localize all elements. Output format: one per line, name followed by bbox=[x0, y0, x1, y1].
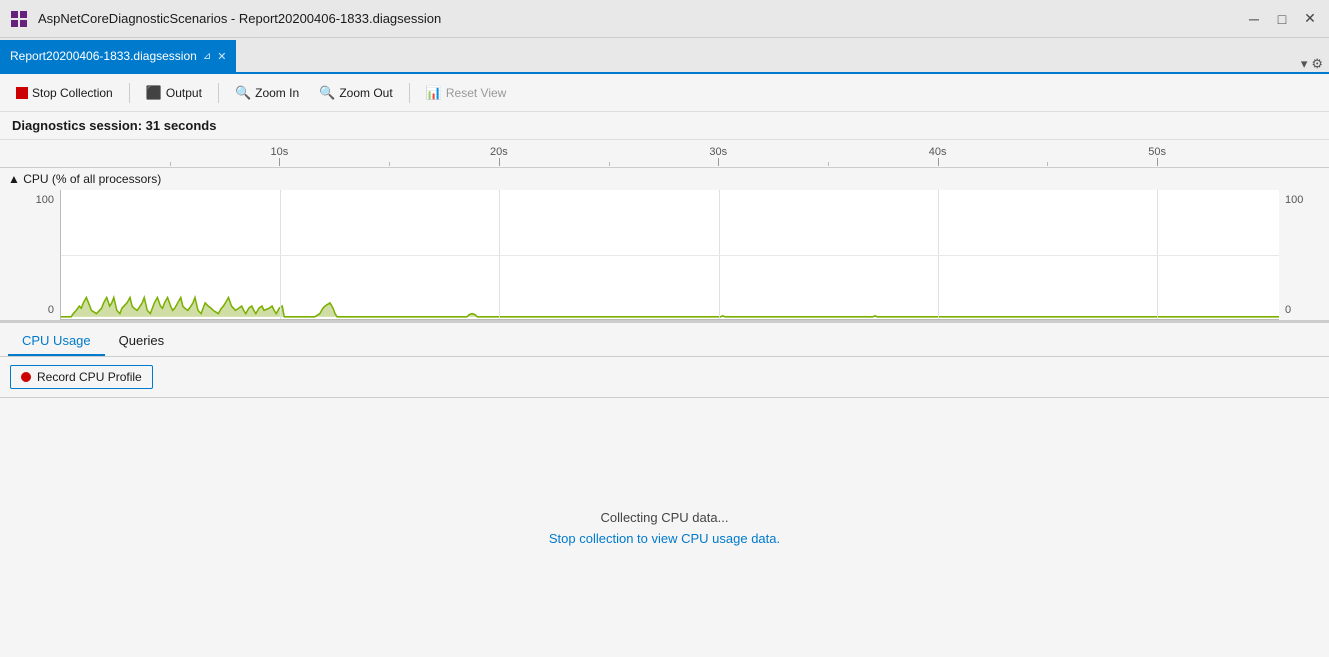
main-tab[interactable]: Report20200406-1833.diagsession ⊿ ✕ bbox=[0, 40, 236, 72]
y-max-left: 100 bbox=[36, 194, 54, 206]
output-button[interactable]: ⬛ Output bbox=[138, 82, 210, 104]
vs-icon bbox=[8, 8, 30, 30]
maximize-button[interactable]: □ bbox=[1271, 8, 1293, 30]
title-bar: AspNetCoreDiagnosticScenarios - Report20… bbox=[0, 0, 1329, 38]
zoom-out-label: Zoom Out bbox=[339, 86, 392, 100]
chart-body: 100 0 100 0 bbox=[0, 190, 1329, 320]
tab-settings-icon[interactable]: ⚙ bbox=[1311, 56, 1323, 72]
toolbar-separator-3 bbox=[409, 83, 410, 103]
record-cpu-profile-button[interactable]: Record CPU Profile bbox=[10, 365, 153, 389]
center-message-area: Collecting CPU data... Stop collection t… bbox=[0, 398, 1329, 657]
ruler-tickmark-10s bbox=[279, 158, 280, 166]
ruler-tick-40s: 40s bbox=[929, 146, 947, 158]
collecting-text: Collecting CPU data... bbox=[601, 510, 729, 525]
ruler-left-spacer bbox=[0, 140, 60, 167]
tab-bar: Report20200406-1833.diagsession ⊿ ✕ ▾ ⚙ bbox=[0, 38, 1329, 74]
toolbar-separator-1 bbox=[129, 83, 130, 103]
chart-header: ▲ CPU (% of all processors) bbox=[0, 168, 1329, 190]
ruler-tickmark-20s bbox=[499, 158, 500, 166]
close-button[interactable]: ✕ bbox=[1299, 8, 1321, 30]
y-min-right: 0 bbox=[1285, 304, 1291, 316]
window-title: AspNetCoreDiagnosticScenarios - Report20… bbox=[38, 11, 1243, 26]
zoom-in-label: Zoom In bbox=[255, 86, 299, 100]
ruler-right-spacer bbox=[1279, 140, 1329, 167]
y-max-right: 100 bbox=[1285, 194, 1303, 206]
stop-collection-button[interactable]: Stop Collection bbox=[8, 83, 121, 103]
tab-bar-right: ▾ ⚙ bbox=[1301, 56, 1329, 72]
ruler-tick-10s: 10s bbox=[271, 146, 289, 158]
bottom-panel: CPU Usage Queries Record CPU Profile Col… bbox=[0, 322, 1329, 657]
tab-dropdown-icon[interactable]: ▾ bbox=[1301, 56, 1308, 72]
stop-collection-label: Stop Collection bbox=[32, 86, 113, 100]
reset-view-button[interactable]: 📊 Reset View bbox=[418, 82, 515, 104]
toolbar: Stop Collection ⬛ Output 🔍 Zoom In 🔍 Zoo… bbox=[0, 74, 1329, 112]
chart-y-axis-right: 100 0 bbox=[1279, 190, 1329, 320]
ruler-tickmark-50s bbox=[1157, 158, 1158, 166]
ruler-area: 10s 20s 30s 40s 50s bbox=[60, 140, 1279, 168]
tab-label: Report20200406-1833.diagsession bbox=[10, 49, 197, 63]
horiz-grid-50 bbox=[61, 255, 1279, 256]
cpu-chart-section: ▲ CPU (% of all processors) 100 0 bbox=[0, 168, 1329, 322]
chart-canvas bbox=[60, 190, 1279, 320]
ruler-tickmark-40s bbox=[938, 158, 939, 166]
zoom-out-button[interactable]: 🔍 Zoom Out bbox=[311, 82, 401, 104]
stop-collection-link[interactable]: Stop collection to view CPU usage data. bbox=[549, 531, 780, 546]
tab-close-icon[interactable]: ✕ bbox=[217, 50, 226, 63]
record-area: Record CPU Profile bbox=[0, 357, 1329, 398]
pin-icon[interactable]: ⊿ bbox=[203, 51, 211, 62]
record-dot-icon bbox=[21, 372, 31, 382]
zoom-in-button[interactable]: 🔍 Zoom In bbox=[227, 82, 307, 104]
ruler-tick-30s: 30s bbox=[709, 146, 727, 158]
chart-y-axis-left: 100 0 bbox=[0, 190, 60, 320]
output-icon: ⬛ bbox=[146, 85, 162, 101]
ruler-tickmark-30s bbox=[718, 158, 719, 166]
session-info-label: Diagnostics session: 31 seconds bbox=[12, 118, 216, 133]
session-info: Diagnostics session: 31 seconds bbox=[0, 112, 1329, 140]
ruler-tick-20s: 20s bbox=[490, 146, 508, 158]
zoom-in-icon: 🔍 bbox=[235, 85, 251, 101]
y-min-left: 0 bbox=[48, 304, 54, 316]
output-label: Output bbox=[166, 86, 202, 100]
zoom-out-icon: 🔍 bbox=[319, 85, 335, 101]
timeline-ruler: 10s 20s 30s 40s 50s bbox=[0, 140, 1329, 168]
minimize-button[interactable]: ─ bbox=[1243, 8, 1265, 30]
chart-header-label: ▲ CPU (% of all processors) bbox=[8, 172, 161, 186]
ruler-tick-50s: 50s bbox=[1148, 146, 1166, 158]
record-cpu-label: Record CPU Profile bbox=[37, 370, 142, 384]
window-controls: ─ □ ✕ bbox=[1243, 8, 1321, 30]
tab-cpu-usage[interactable]: CPU Usage bbox=[8, 327, 105, 356]
stop-icon bbox=[16, 87, 28, 99]
bottom-tabs-row: CPU Usage Queries bbox=[0, 323, 1329, 357]
toolbar-separator-2 bbox=[218, 83, 219, 103]
reset-view-icon: 📊 bbox=[426, 85, 442, 101]
reset-view-label: Reset View bbox=[446, 86, 506, 100]
tab-queries[interactable]: Queries bbox=[105, 327, 179, 356]
